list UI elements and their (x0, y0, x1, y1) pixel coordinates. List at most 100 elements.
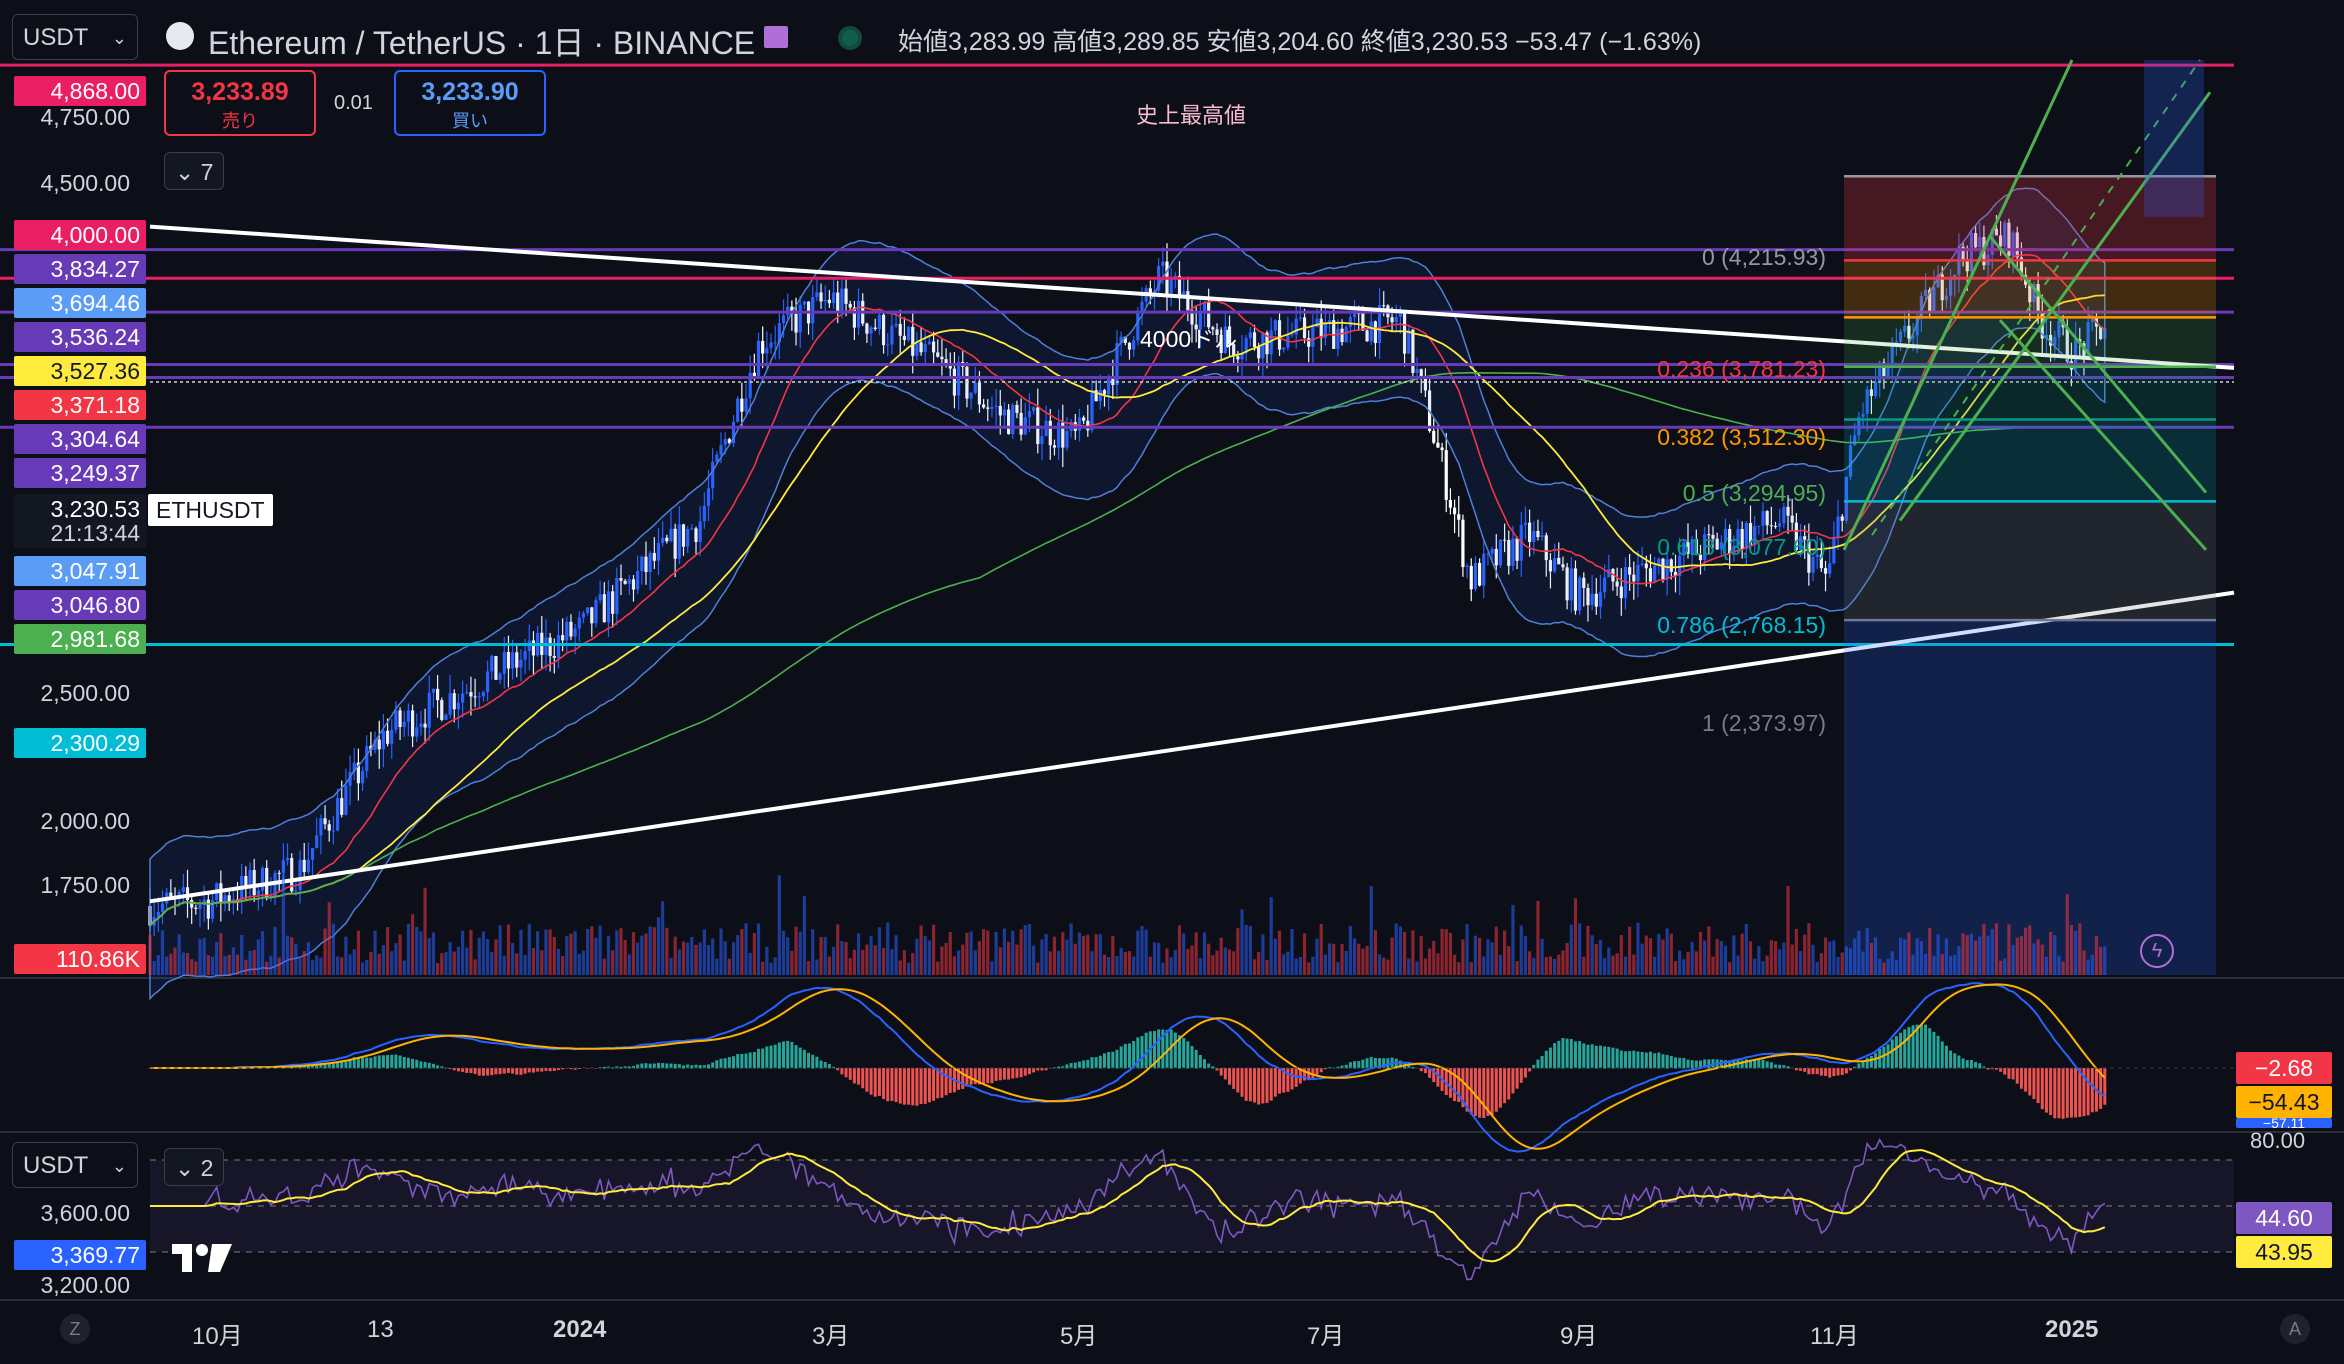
volume-bar (1657, 933, 1661, 975)
volume-bar (815, 959, 819, 975)
volume-bar (1132, 956, 1136, 975)
macd-histogram-bar (1865, 1057, 1869, 1069)
market-status-icon[interactable] (764, 26, 788, 48)
volume-bar (1469, 962, 1473, 975)
macd-histogram-bar (2074, 1068, 2078, 1118)
auto-scale-button[interactable]: A (2280, 1314, 2310, 1344)
symbol-currency-select[interactable]: USDT ⌄ (12, 14, 138, 60)
volume-bar (1919, 941, 1923, 975)
volume-bar (740, 928, 744, 975)
volume-bar (1911, 954, 1915, 975)
volume-bar (690, 936, 694, 975)
price-level-tag: 4,000.00 (14, 220, 146, 250)
volume-bar (636, 942, 640, 975)
macd-histogram-bar (1824, 1068, 1828, 1077)
price-level-tag: 3,249.37 (14, 458, 146, 488)
volume-bar (840, 940, 844, 975)
volume-bar (1277, 930, 1282, 975)
volume-bar (1082, 935, 1086, 975)
volume-bar (1686, 951, 1690, 975)
volume-bar (1973, 940, 1978, 975)
macd-histogram-bar (415, 1059, 419, 1069)
indicators-collapse-button[interactable]: ⌄ 7 (164, 152, 225, 190)
volume-bar (627, 954, 631, 975)
volume-bar (1719, 941, 1723, 975)
volume-bar (415, 926, 419, 975)
macd-histogram-bar (1682, 1057, 1686, 1069)
volume-bar (1761, 961, 1765, 975)
macd-histogram-bar (969, 1068, 973, 1085)
volume-bar (1273, 938, 1277, 975)
zoom-reset-button[interactable]: Z (60, 1314, 90, 1344)
volume-bar (2011, 944, 2015, 975)
candle-body (781, 315, 786, 324)
macd-histogram-bar (1498, 1068, 1502, 1108)
symbol-price-tag: ETHUSDT (148, 494, 273, 526)
lower-indicators-collapse-button[interactable]: ⌄ 2 (164, 1148, 225, 1186)
sell-button[interactable]: 3,233.89 売り (164, 70, 316, 136)
ohlc-readout: 始値3,283.99 高値3,289.85 安値3,204.60 終値3,230… (898, 28, 1702, 56)
volume-bar (260, 931, 265, 975)
volume-bar (1127, 951, 1132, 975)
volume-bar (611, 950, 615, 975)
macd-histogram-bar (1002, 1068, 1006, 1080)
volume-bar (1840, 952, 1844, 975)
volume-bar (1936, 934, 1940, 975)
volume-bar (1861, 951, 1865, 975)
volume-bar (469, 929, 473, 975)
macd-histogram-bar (807, 1052, 811, 1069)
macd-histogram-bar (861, 1068, 865, 1089)
volume-bar (906, 962, 911, 975)
volume-bar (1311, 956, 1315, 975)
volume-bar (602, 958, 606, 975)
macd-histogram-bar (1586, 1044, 1590, 1069)
macd-histogram-bar (2024, 1068, 2028, 1092)
macd-histogram-bar (1515, 1068, 1519, 1089)
volume-bar (1565, 942, 1569, 975)
candle-body (1465, 565, 1469, 568)
macd-histogram-bar (536, 1068, 540, 1072)
macd-histogram-bar (1928, 1028, 1932, 1069)
macd-histogram-bar (1761, 1059, 1765, 1069)
volume-bar (2099, 946, 2103, 975)
volume-bar (1703, 940, 1707, 975)
volume-bar (844, 942, 848, 975)
fib-level-label: 0.618 (3,077.60) (1657, 534, 1826, 560)
macd-histogram-bar (2044, 1068, 2048, 1113)
volume-bar (248, 950, 252, 975)
price-level-tag: 3,694.46 (14, 288, 146, 318)
volume-bar (781, 930, 786, 975)
volume-bar (1794, 928, 1798, 975)
lower-symbol-currency-select[interactable]: USDT ⌄ (12, 1142, 138, 1188)
volume-bar (802, 896, 806, 975)
volume-bar (506, 924, 511, 975)
volume-bar (340, 957, 344, 975)
macd-histogram-bar (411, 1058, 415, 1069)
indicator-count: 2 (200, 1155, 214, 1181)
candle-body (1448, 499, 1453, 508)
volume-bar (1007, 941, 1011, 975)
volume-bar (1373, 930, 1377, 975)
macd-histogram-bar (907, 1068, 911, 1105)
volume-bar (890, 949, 894, 975)
macd-histogram-bar (1240, 1068, 1244, 1097)
macd-histogram-bar (1248, 1068, 1252, 1102)
flash-alert-icon[interactable]: ϟ (2140, 934, 2174, 968)
macd-histogram-bar (698, 1065, 702, 1069)
volume-bar (1898, 937, 1903, 975)
volume-bar (986, 930, 990, 975)
volume-bar (327, 902, 331, 975)
volume-bar (736, 935, 740, 975)
volume-bar (765, 946, 769, 975)
candle-body (1436, 442, 1440, 448)
volume-bar (1073, 943, 1077, 975)
volume-bar (2074, 930, 2078, 975)
volume-bar (1623, 956, 1628, 975)
price-chart[interactable] (0, 0, 2344, 1364)
macd-histogram-bar (798, 1047, 802, 1069)
macd-histogram-bar (1157, 1029, 1161, 1069)
macd-histogram-bar (1082, 1060, 1086, 1069)
buy-button[interactable]: 3,233.90 買い (394, 70, 546, 136)
macd-histogram-bar (673, 1063, 677, 1069)
indicator-count: 7 (200, 159, 214, 185)
